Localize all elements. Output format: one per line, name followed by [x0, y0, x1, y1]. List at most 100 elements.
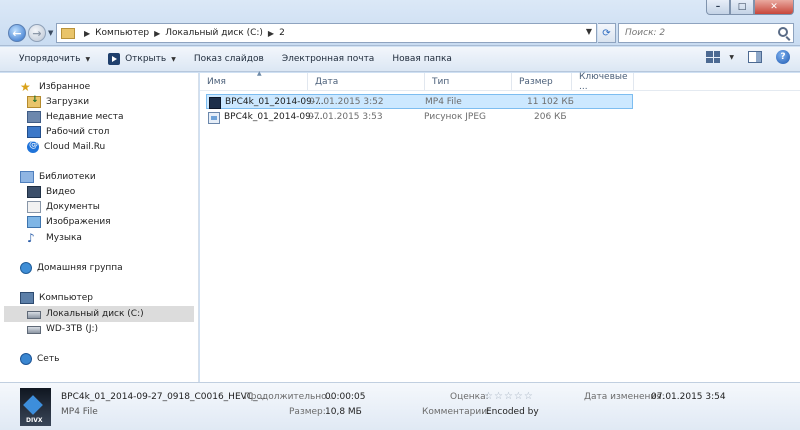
- downloads-folder-icon: [27, 95, 41, 108]
- preview-pane-icon[interactable]: [748, 51, 762, 63]
- documents-library-icon: [27, 201, 41, 213]
- maximize-button[interactable]: □: [730, 0, 754, 15]
- close-button[interactable]: ✕: [754, 0, 794, 15]
- sidebar-item-recent[interactable]: Недавние места: [27, 109, 124, 125]
- images-library-icon: [27, 216, 41, 228]
- refresh-button[interactable]: ⟳: [598, 23, 616, 43]
- breadcrumb-computer[interactable]: Компьютер: [95, 28, 149, 38]
- sidebar-item-label: WD-3TB (J:): [46, 324, 99, 334]
- sidebar-item-label: Cloud Mail.Ru: [44, 142, 106, 152]
- slideshow-button[interactable]: Показ слайдов: [187, 49, 271, 69]
- comments-value[interactable]: Encoded by: [486, 407, 539, 417]
- sidebar-item-homegroup[interactable]: Домашняя группа: [20, 260, 123, 276]
- folder-icon: [61, 27, 75, 39]
- homegroup-icon: [20, 262, 32, 274]
- file-date: 07.01.2015 3:53: [308, 112, 383, 122]
- sidebar-item-label: Рабочий стол: [46, 127, 110, 137]
- recent-places-icon: [27, 111, 41, 123]
- video-library-icon: [27, 186, 41, 198]
- sidebar-item-label: Сеть: [37, 354, 60, 364]
- sidebar-item-label: Музыка: [46, 233, 82, 243]
- rating-stars[interactable]: ☆ ☆ ☆ ☆ ☆: [484, 391, 533, 402]
- rating-label: Оценка:: [450, 392, 489, 402]
- search-input[interactable]: [625, 28, 775, 38]
- change-view-icon[interactable]: [706, 51, 721, 63]
- divx-logo: DIVX: [26, 417, 43, 424]
- chevron-right-icon[interactable]: ▶: [154, 29, 160, 38]
- sidebar-item-network[interactable]: Сеть: [20, 351, 59, 367]
- chevron-down-icon: ▼: [171, 55, 176, 63]
- refresh-icon: ⟳: [602, 27, 611, 39]
- minimize-button[interactable]: –: [706, 0, 730, 15]
- view-options-dropdown[interactable]: ▼: [729, 54, 734, 61]
- column-header-type[interactable]: Тип: [425, 73, 512, 90]
- sidebar-item-music[interactable]: ♪ Музыка: [27, 230, 82, 246]
- star-icon[interactable]: ☆: [514, 391, 523, 402]
- image-file-icon: [208, 112, 220, 124]
- music-note-icon: ♪: [27, 231, 35, 245]
- forward-button[interactable]: →: [28, 24, 46, 42]
- duration-label: Продолжительно...: [244, 392, 336, 402]
- recent-pages-dropdown[interactable]: ▼: [48, 29, 53, 37]
- help-icon[interactable]: ?: [776, 50, 790, 64]
- sidebar-item-drive-c[interactable]: Локальный диск (C:): [4, 306, 194, 322]
- column-header-label: Размер: [519, 76, 553, 87]
- header-divider: [200, 90, 800, 91]
- breadcrumb-drive-c[interactable]: Локальный диск (C:): [165, 28, 263, 38]
- sidebar-item-label: Избранное: [39, 82, 91, 92]
- organize-button[interactable]: Упорядочить ▼: [12, 49, 97, 69]
- star-icon[interactable]: ☆: [484, 391, 493, 402]
- column-header-tags[interactable]: Ключевые ...: [572, 72, 634, 92]
- duration-value: 00:00:05: [325, 392, 366, 402]
- file-thumbnail: DIVX: [20, 388, 51, 426]
- column-header-date[interactable]: Дата: [308, 73, 425, 90]
- sidebar-item-desktop[interactable]: Рабочий стол: [27, 124, 109, 140]
- sidebar-item-documents[interactable]: Документы: [27, 199, 100, 215]
- email-button[interactable]: Электронная почта: [275, 49, 382, 69]
- search-box[interactable]: [618, 23, 794, 43]
- breadcrumb-folder[interactable]: 2: [279, 28, 285, 38]
- column-header-label: Тип: [432, 76, 450, 87]
- file-date: 07.01.2015 3:52: [309, 97, 384, 107]
- chevron-down-icon: ▼: [85, 55, 91, 63]
- sidebar-item-drive-j[interactable]: WD-3TB (J:): [27, 321, 98, 337]
- chevron-right-icon[interactable]: ▶: [84, 29, 90, 38]
- new-folder-button[interactable]: Новая папка: [385, 49, 459, 69]
- file-list: ▲ Имя Дата Тип Размер Ключевые ... BPC4k…: [200, 70, 800, 382]
- table-row[interactable]: BPC4k_01_2014-09-... 07.01.2015 3:52 MP4…: [206, 94, 633, 109]
- table-row[interactable]: BPC4k_01_2014-09-... 07.01.2015 3:53 Рис…: [206, 110, 633, 125]
- sidebar-item-downloads[interactable]: Загрузки: [27, 94, 89, 110]
- sidebar-item-label: Документы: [46, 202, 100, 212]
- size-label: Размер:: [289, 407, 326, 417]
- open-label: Открыть: [125, 54, 167, 64]
- file-type: Рисунок JPEG: [424, 112, 486, 122]
- libraries-icon: [20, 171, 34, 183]
- star-icon[interactable]: ☆: [494, 391, 503, 402]
- comments-label: Комментарии:: [422, 407, 491, 417]
- email-label: Электронная почта: [281, 54, 375, 64]
- star-icon[interactable]: ☆: [524, 391, 533, 402]
- open-button[interactable]: Открыть ▼: [101, 49, 183, 69]
- sidebar-item-cloud-mail[interactable]: Cloud Mail.Ru: [27, 139, 105, 155]
- details-file-name: BPC4k_01_2014-09-27_0918_C0016_HEVC_...: [61, 392, 267, 402]
- column-header-size[interactable]: Размер: [512, 73, 572, 90]
- column-header-label: Имя: [207, 76, 226, 87]
- chevron-right-icon[interactable]: ▶: [268, 29, 274, 38]
- sidebar-item-video[interactable]: Видео: [27, 184, 75, 200]
- column-header-name[interactable]: ▲ Имя: [200, 70, 308, 90]
- sidebar-item-label: Видео: [46, 187, 76, 197]
- search-icon[interactable]: [778, 27, 788, 37]
- address-bar[interactable]: ▶ Компьютер ▶ Локальный диск (C:) ▶ 2 ▼: [56, 23, 597, 43]
- hard-drive-icon: [27, 326, 41, 334]
- navigation-pane: ★ Избранное Загрузки Недавние места Рабо…: [0, 73, 199, 382]
- address-history-dropdown[interactable]: ▼: [586, 27, 592, 36]
- sidebar-item-favorites[interactable]: ★ Избранное: [20, 79, 90, 95]
- file-type: MP4 File: [425, 97, 462, 107]
- title-bar: – □ ✕ ← → ▼ ▶ Компьютер ▶ Локальный диск…: [0, 0, 800, 46]
- sidebar-item-libraries[interactable]: Библиотеки: [20, 169, 96, 185]
- sidebar-item-computer[interactable]: Компьютер: [20, 290, 93, 306]
- window-controls: – □ ✕: [706, 0, 794, 16]
- back-button[interactable]: ←: [8, 24, 26, 42]
- sidebar-item-images[interactable]: Изображения: [27, 214, 111, 230]
- star-icon[interactable]: ☆: [504, 391, 513, 402]
